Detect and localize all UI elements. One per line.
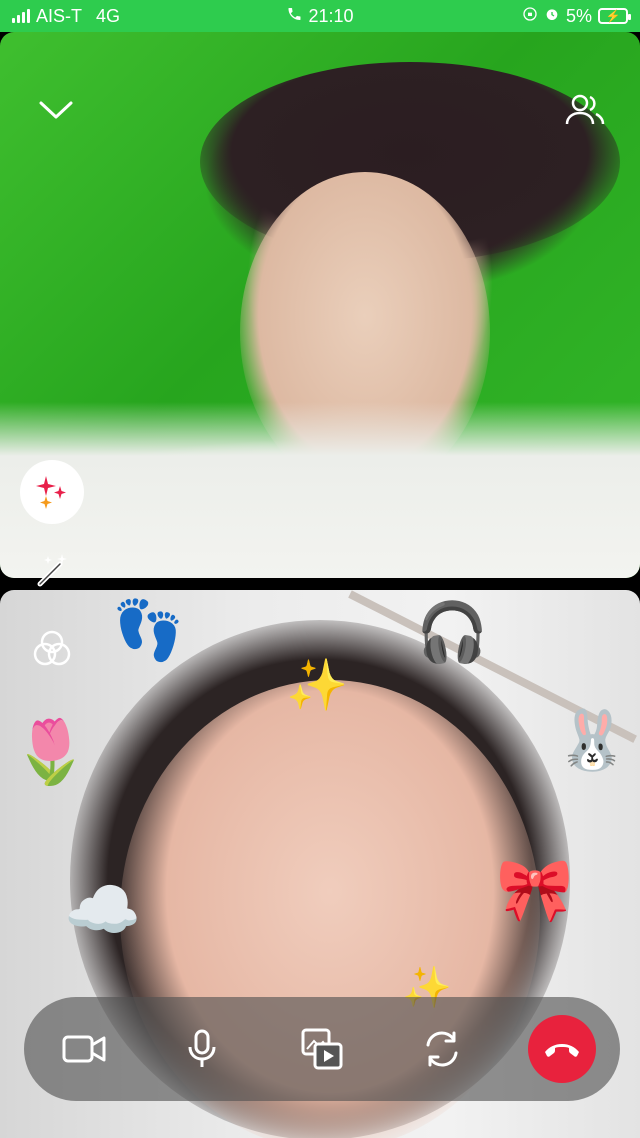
alarm-icon <box>544 6 560 27</box>
feet-sticker: 👣 <box>112 598 185 663</box>
beauty-filter-button[interactable] <box>32 550 72 590</box>
rotation-lock-icon <box>522 6 538 27</box>
clock-time: 21:10 <box>308 5 354 26</box>
end-call-icon <box>545 1044 579 1057</box>
phone-icon <box>286 6 302 27</box>
sparkle-icon <box>36 476 66 509</box>
chevron-down-icon <box>39 101 73 119</box>
participants-button[interactable] <box>562 90 608 130</box>
effects-button[interactable] <box>20 460 84 524</box>
sparkle-sticker: ✨ <box>286 657 349 713</box>
video-camera-icon <box>62 1035 106 1063</box>
signal-icon <box>12 9 30 23</box>
share-media-button[interactable] <box>288 1015 356 1083</box>
call-controls-bar <box>24 997 620 1101</box>
mute-button[interactable] <box>168 1015 236 1083</box>
remote-shirt <box>0 402 640 578</box>
screen-share-icon <box>301 1028 343 1070</box>
end-call-button[interactable] <box>528 1015 596 1083</box>
color-overlap-icon <box>33 630 71 666</box>
headphones-sticker: 🎧 <box>416 600 489 665</box>
rabbit-sticker: 🐰 <box>556 708 629 773</box>
carrier-label: AIS-T <box>36 5 83 26</box>
people-icon <box>565 94 605 125</box>
microphone-icon <box>188 1029 216 1067</box>
network-label: 4G <box>96 5 121 26</box>
tulip-sticker: 🌷 <box>12 718 90 787</box>
battery-percent: 5% <box>565 5 592 26</box>
color-filter-button[interactable] <box>30 626 74 670</box>
remote-video-feed <box>0 32 640 578</box>
bow-sticker: 🎀 <box>496 856 574 925</box>
switch-camera-button[interactable] <box>408 1015 476 1083</box>
minimize-button[interactable] <box>34 90 78 130</box>
status-bar: AIS-T 4G 21:10 5% ⚡ <box>0 0 640 32</box>
magic-wand-icon <box>37 554 67 587</box>
cloud-sticker: ☁️ <box>64 876 142 945</box>
video-toggle-button[interactable] <box>50 1015 118 1083</box>
battery-icon: ⚡ <box>598 8 631 24</box>
switch-camera-icon <box>426 1031 458 1067</box>
